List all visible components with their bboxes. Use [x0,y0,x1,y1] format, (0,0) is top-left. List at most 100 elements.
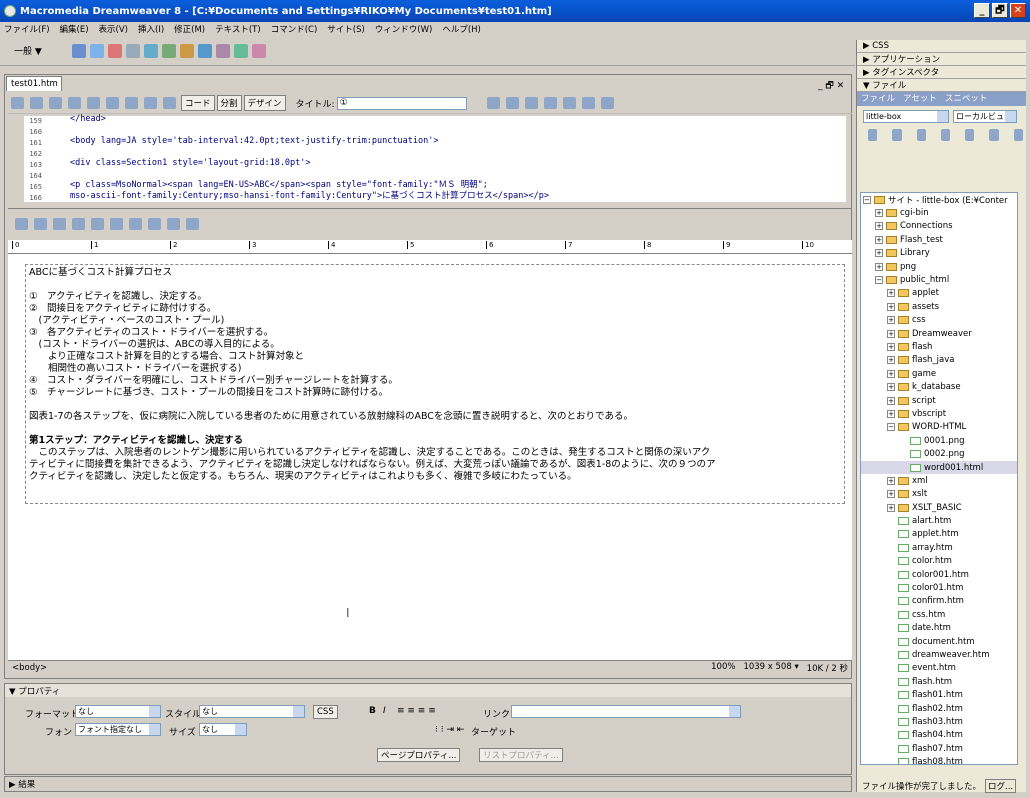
expand-toggle-icon[interactable]: + [887,329,895,338]
css-panel-header[interactable]: ▶ CSS [857,40,1026,53]
content-line[interactable] [29,279,841,291]
browser-check-icon[interactable] [505,97,519,109]
tree-item[interactable]: + script [861,394,1017,407]
size-select[interactable]: なし [199,723,247,736]
maximize-button[interactable]: 🗗 [992,3,1008,18]
expand-toggle-icon[interactable]: + [875,235,883,244]
tree-item[interactable]: color01.htm [861,581,1017,594]
merge-cells-icon[interactable] [129,217,142,230]
layer-icon[interactable] [143,43,158,58]
design-view-button[interactable]: デザイン [243,95,286,111]
email-link-icon[interactable] [89,43,104,58]
content-line[interactable]: ① アクティビティを認識し、決定する。 [29,291,841,303]
menu-item[interactable]: 編集(E) [60,23,89,35]
italic-icon[interactable]: I [383,706,386,716]
insert-column-icon[interactable] [110,217,123,230]
results-panel-header[interactable]: ▶ 結果 [4,776,852,792]
content-line[interactable]: (コスト・ドライバーの選択は、ABCの導入目的による。 [29,339,841,351]
menu-item[interactable]: 表示(V) [99,23,128,35]
tree-item[interactable]: dreamweaver.htm [861,648,1017,661]
content-line[interactable]: ABCに基づくコスト計算プロセス [29,267,841,279]
split-view-button[interactable]: 分割 [216,95,242,111]
put-files-icon[interactable] [940,129,951,141]
expand-toggle-icon[interactable]: + [887,409,895,418]
content-line[interactable]: ④ コスト・ダライバーを明確にし、コストドライバー別チャージレートを計算する。 [29,375,841,387]
expand-toggle-icon[interactable]: + [887,289,895,298]
date-icon[interactable] [197,43,212,58]
code-view-button[interactable]: コード [181,95,215,111]
link-input[interactable] [511,705,741,718]
menu-item[interactable]: 修正(M) [174,23,205,35]
code-line[interactable] [70,169,549,180]
tree-item[interactable]: + flash [861,340,1017,353]
close-button[interactable]: ✕ [1010,3,1026,18]
refresh-icon[interactable] [892,129,902,141]
tree-item[interactable]: + Connections [861,220,1017,233]
tree-item[interactable]: + game [861,367,1017,380]
code-line[interactable]: <p class=MsoNormal><span lang=EN-US>ABC<… [70,180,549,191]
tree-item[interactable]: 0001.png [861,434,1017,447]
preview-browser-icon[interactable] [543,97,557,109]
expand-toggle-icon[interactable]: + [887,476,895,485]
align-left-icon[interactable] [34,217,47,230]
tree-item[interactable]: + k_database [861,380,1017,393]
expand-toggle-icon[interactable]: + [875,222,883,231]
tree-item[interactable]: flash.htm [861,675,1017,688]
tree-item[interactable]: + XSLT_BASIC [861,501,1017,514]
align-icons[interactable]: ≡ ≡ ≡ ≡ [397,706,436,716]
tree-item[interactable]: confirm.htm [861,595,1017,608]
tree-item[interactable]: − サイト - little-box (E:¥Conter [861,193,1017,206]
content-line[interactable]: 図表1-7の各ステップを、仮に病院に入院している患者のために用意されている放射線… [29,411,841,423]
tree-item[interactable]: alart.htm [861,514,1017,527]
tree-item[interactable]: + xml [861,474,1017,487]
tree-item[interactable]: + Library [861,247,1017,260]
comment-icon[interactable] [215,43,230,58]
connect-icon[interactable] [868,129,878,141]
code-text[interactable]: </head> <body lang=JA style='tab-interval… [70,114,549,202]
undo-icon[interactable] [144,97,157,109]
title-input[interactable]: ① [336,96,467,110]
new-document-icon[interactable] [11,97,24,109]
tree-item[interactable]: + flash_java [861,354,1017,367]
table-icon[interactable] [125,43,140,58]
menu-item[interactable]: ウィンドウ(W) [375,23,433,35]
tree-item[interactable]: array.htm [861,541,1017,554]
table-properties-icon[interactable] [167,217,180,230]
tag-selector[interactable]: <body> [12,663,47,673]
content-line[interactable]: 相関性の高いコスト・ドライバーを選択する) [29,363,841,375]
tree-item[interactable]: flash08.htm [861,755,1017,764]
print-icon[interactable] [68,97,81,109]
expand-toggle-icon[interactable]: + [887,396,895,405]
tree-item[interactable]: date.htm [861,622,1017,635]
tree-item[interactable]: flash01.htm [861,688,1017,701]
visual-aids-icon[interactable] [600,97,614,109]
code-line[interactable] [70,125,549,136]
expand-toggle-icon[interactable]: − [875,276,883,285]
tree-item[interactable]: + vbscript [861,407,1017,420]
tree-item[interactable]: document.htm [861,635,1017,648]
content-line[interactable]: このステップは、入院患者のレントゲン撮影に用いられているアクティビティを認識し、… [29,447,841,459]
file-management-icon[interactable] [524,97,538,109]
media-icon[interactable] [179,43,194,58]
tag-inspector-header[interactable]: ▶ タグインスペクタ [857,66,1026,79]
content-line[interactable]: ② 間接日をアクティビティに跡付けする。 [29,303,841,315]
save-icon[interactable] [49,97,62,109]
property-header[interactable]: ▼ プロパティ [5,684,851,697]
content-line[interactable] [29,399,841,411]
tree-item[interactable]: − WORD-HTML [861,421,1017,434]
menu-item[interactable]: サイト(S) [327,23,365,35]
content-line[interactable]: より正確なコスト計算を目的とする場合、コスト計算対象と [29,351,841,363]
tree-item[interactable]: + assets [861,300,1017,313]
site-select[interactable]: little-box [863,109,949,123]
hyperlink-icon[interactable] [71,43,86,58]
expand-toggle-icon[interactable]: + [875,262,883,271]
expand-toggle-icon[interactable]: + [887,383,895,392]
tree-item[interactable]: flash04.htm [861,729,1017,742]
window-size-select[interactable]: 1039 x 508 ▾ [743,662,798,674]
document-tab[interactable]: test01.htm [6,76,62,91]
tree-item[interactable]: + Dreamweaver [861,327,1017,340]
menu-item[interactable]: 挿入(I) [138,23,164,35]
expand-toggle-icon[interactable]: − [887,423,895,432]
menu-item[interactable]: テキスト(T) [215,23,261,35]
align-right-icon[interactable] [72,217,85,230]
